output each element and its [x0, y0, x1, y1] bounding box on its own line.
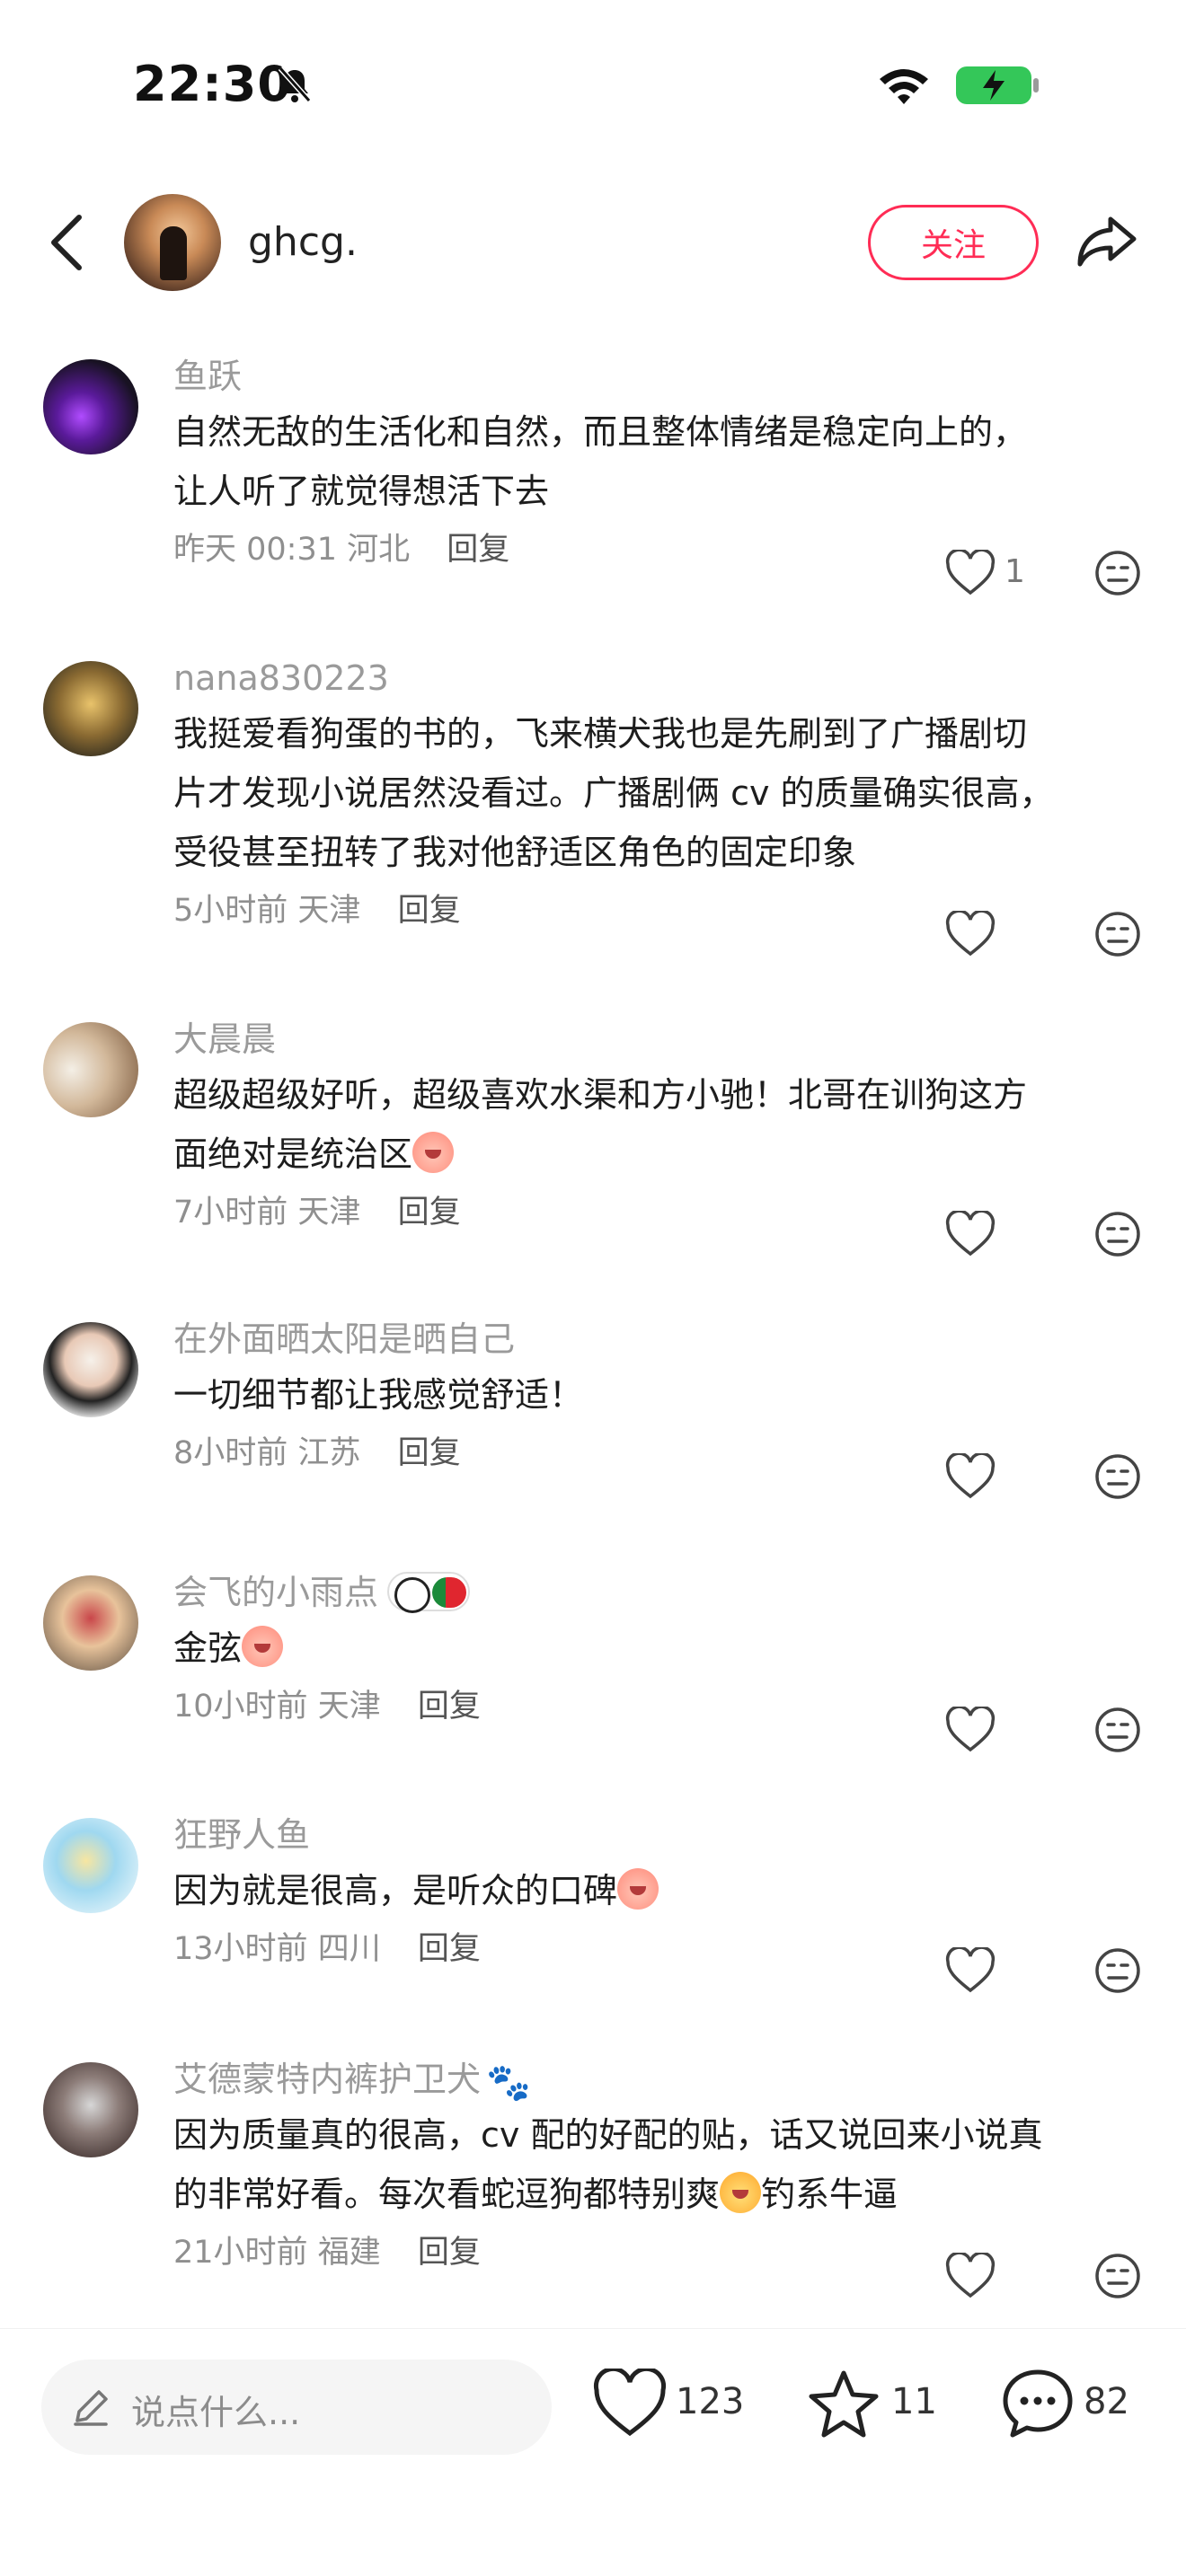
comment-location: 河北: [347, 532, 411, 568]
comment-location: 四川: [317, 1931, 381, 1967]
comment-time: 13小时前: [173, 1931, 308, 1967]
reply-button[interactable]: 回复: [447, 532, 509, 568]
status-bar: 22:30: [0, 0, 1186, 171]
comment-location: 福建: [317, 2235, 381, 2271]
comment-time: 5小时前: [173, 893, 288, 929]
dislike-face-icon[interactable]: [1094, 1707, 1141, 1753]
comment-location: 天津: [317, 1689, 381, 1725]
heart-icon[interactable]: [945, 1453, 996, 1500]
heart-icon[interactable]: [945, 2253, 996, 2299]
heart-icon[interactable]: [945, 911, 996, 957]
reply-button[interactable]: 回复: [398, 1435, 461, 1471]
comment-time: 昨天 00:31: [173, 532, 337, 568]
like-count: 1: [1005, 553, 1025, 590]
comment-location: 天津: [297, 1195, 361, 1231]
avatar[interactable]: [43, 1818, 138, 1913]
post-star-count: 11: [891, 2381, 937, 2422]
emoji-icon: [720, 2172, 762, 2213]
comment-item: 鱼跃 自然无敌的生活化和自然，而且整体情绪是稳定向上的， 让人听了就觉得想活下去…: [0, 350, 1186, 652]
comment-username[interactable]: 在外面晒太阳是晒自己: [173, 1313, 1126, 1365]
comment-text: 超级超级好听，超级喜欢水渠和方小驰！北哥在训狗这方 面绝对是统治区: [173, 1075, 1028, 1174]
comment-item: 艾德蒙特内裤护卫犬 🐾 因为质量真的很高，cv 配的好配的贴，话又说回来小说真 的…: [0, 2053, 1186, 2323]
comment-text: 因为就是很高，是听众的口碑: [173, 1861, 1126, 1920]
heart-icon[interactable]: [945, 550, 996, 596]
comment-item: 会飞的小雨点 金弦 10小时前 天津 回复: [0, 1566, 1186, 1809]
comment-location: 天津: [297, 893, 361, 929]
comment-username: 艾德蒙特内裤护卫犬 🐾: [173, 2053, 1126, 2105]
comment-time: 10小时前: [173, 1689, 308, 1725]
post-comment-count: 82: [1084, 2381, 1129, 2422]
comment-item: 大晨晨 超级超级好听，超级喜欢水渠和方小驰！北哥在训狗这方 面绝对是统治区 7小…: [0, 1013, 1186, 1313]
heart-icon[interactable]: [945, 1211, 996, 1257]
back-arrow-icon[interactable]: [47, 212, 86, 273]
reply-button[interactable]: 回复: [418, 1689, 481, 1725]
dislike-face-icon[interactable]: [1094, 1453, 1141, 1500]
avatar[interactable]: [43, 2062, 138, 2157]
dislike-face-icon[interactable]: [1094, 911, 1141, 957]
paw-badge-icon: 🐾: [486, 2062, 531, 2104]
author-avatar[interactable]: [124, 194, 221, 291]
pencil-icon: [74, 2390, 108, 2426]
comment-input[interactable]: 说点什么...: [41, 2360, 552, 2455]
dislike-face-icon[interactable]: [1094, 1947, 1141, 1994]
bell-slash-icon: [278, 66, 312, 102]
comment-item: 狂野人鱼 因为就是很高，是听众的口碑 13小时前 四川 回复: [0, 1809, 1186, 2053]
comment-username[interactable]: nana830223: [173, 652, 1126, 704]
reply-button[interactable]: 回复: [398, 1195, 461, 1231]
comment-time: 21小时前: [173, 2235, 308, 2271]
emoji-icon: [412, 1132, 455, 1173]
reply-button[interactable]: 回复: [418, 2235, 481, 2271]
avatar[interactable]: [43, 661, 138, 756]
comment-item: nana830223 我挺爱看狗蛋的书的，飞来横犬我也是先刷到了广播剧切 片才发…: [0, 652, 1186, 1013]
comment-username[interactable]: 狂野人鱼: [173, 1809, 1126, 1861]
battery-charging-icon: [956, 66, 1039, 104]
reply-button[interactable]: 回复: [398, 893, 461, 929]
comment-text: 金弦: [173, 1619, 1126, 1678]
wifi-icon: [880, 69, 928, 104]
avatar[interactable]: [43, 1575, 138, 1671]
comment-input-placeholder: 说点什么...: [131, 2393, 301, 2432]
heart-icon[interactable]: [945, 1947, 996, 1994]
heart-icon[interactable]: [945, 1707, 996, 1753]
dislike-face-icon[interactable]: [1094, 550, 1141, 596]
emoji-icon: [617, 1868, 659, 1910]
profile-header: ghcg. 关注: [0, 180, 1186, 305]
comment-text: 我挺爱看狗蛋的书的，飞来横犬我也是先刷到了广播剧切 片才发现小说居然没看过。广播…: [173, 714, 1054, 872]
football-badge-icon: [387, 1572, 471, 1613]
comment-username[interactable]: 大晨晨: [173, 1013, 1126, 1065]
avatar[interactable]: [43, 1022, 138, 1117]
dislike-face-icon[interactable]: [1094, 1211, 1141, 1257]
comment-text: 因为质量真的很高，cv 配的好配的贴，话又说回来小说真 的非常好看。每次看蛇逗狗…: [173, 2115, 1043, 2214]
comment-location: 江苏: [297, 1435, 361, 1471]
dislike-face-icon[interactable]: [1094, 2253, 1141, 2299]
comment-username[interactable]: 鱼跃: [173, 350, 1126, 402]
chat-bubble-icon[interactable]: [1001, 2367, 1075, 2440]
post-like-count: 123: [676, 2381, 745, 2422]
comment-text: 自然无敌的生活化和自然，而且整体情绪是稳定向上的， 让人听了就觉得想活下去: [173, 412, 1028, 511]
comment-text: 一切细节都让我感觉舒适！: [173, 1375, 584, 1415]
comment-time: 8小时前: [173, 1435, 288, 1471]
comment-list: 鱼跃 自然无敌的生活化和自然，而且整体情绪是稳定向上的， 让人听了就觉得想活下去…: [0, 350, 1186, 2323]
star-icon[interactable]: [807, 2369, 881, 2439]
avatar[interactable]: [43, 1322, 138, 1417]
comment-item: 在外面晒太阳是晒自己 一切细节都让我感觉舒适！ 8小时前 江苏 回复: [0, 1313, 1186, 1566]
reply-button[interactable]: 回复: [418, 1931, 481, 1967]
author-username[interactable]: ghcg.: [248, 219, 358, 265]
emoji-icon: [242, 1626, 284, 1667]
comment-time: 7小时前: [173, 1195, 288, 1231]
bottom-action-bar: 说点什么... 123 11 82: [0, 2328, 1186, 2576]
comment-username: 会飞的小雨点: [173, 1566, 1126, 1619]
heart-icon[interactable]: [593, 2369, 667, 2439]
avatar[interactable]: [43, 359, 138, 454]
follow-button[interactable]: 关注: [868, 205, 1039, 280]
share-icon[interactable]: [1075, 212, 1139, 269]
status-time: 22:30: [133, 56, 292, 112]
